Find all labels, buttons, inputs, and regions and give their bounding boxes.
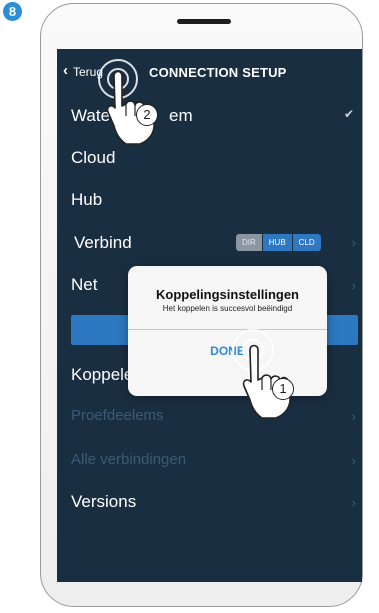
chevron-right-icon: › <box>351 495 356 510</box>
dialog-divider <box>128 329 327 330</box>
menu-item-network[interactable]: Net <box>71 275 97 295</box>
checkmark-icon: ✔ <box>343 107 354 121</box>
menu-item-cloud[interactable]: Cloud <box>71 148 115 168</box>
chevron-right-icon: › <box>351 409 356 424</box>
dialog-message: Het koppelen is succesvol beëindigd <box>162 304 293 313</box>
chevron-right-icon: › <box>351 235 356 250</box>
menu-item-disabled-1: Proefdeelems <box>71 407 164 424</box>
connection-mode-segmented-control[interactable]: DIR HUB CLD <box>236 234 321 251</box>
menu-item-verbind[interactable]: Verbind <box>74 233 132 253</box>
back-chevron-icon[interactable]: ‹ <box>63 63 68 79</box>
dialog-title: Koppelingsinstellingen <box>155 287 299 302</box>
segment-hub[interactable]: HUB <box>262 234 293 251</box>
menu-item-hub[interactable]: Hub <box>71 190 102 210</box>
step-callout-1: 1 <box>272 378 294 400</box>
segment-cld[interactable]: CLD <box>292 234 321 251</box>
phone-speaker <box>177 19 231 24</box>
menu-item-versions[interactable]: Versions <box>71 492 136 512</box>
menu-item-disabled-2: Alle verbindingen <box>71 451 187 468</box>
step-number-badge: 8 <box>3 2 22 21</box>
step-callout-2: 2 <box>136 104 158 126</box>
chevron-right-icon: › <box>351 453 356 468</box>
chevron-right-icon: › <box>351 278 356 293</box>
segment-dir[interactable]: DIR <box>236 234 263 251</box>
app-screen: ‹ Terug CONNECTION SETUP Wate em ✔ Cloud… <box>57 49 362 582</box>
